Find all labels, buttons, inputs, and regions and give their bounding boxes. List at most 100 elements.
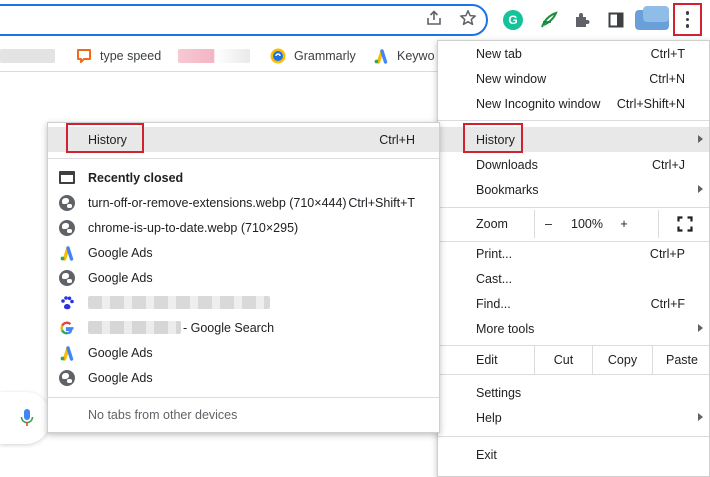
edit-label: Edit [438, 346, 534, 374]
fullscreen-icon [676, 216, 693, 232]
menu-settings[interactable]: Settings [438, 380, 709, 405]
menu-new-incognito-window[interactable]: New Incognito window Ctrl+Shift+N [438, 91, 709, 116]
history-item-title: chrome-is-up-to-date.webp (710×295) [88, 220, 299, 235]
copy-button[interactable]: Copy [592, 346, 652, 374]
history-item-title: Google Ads [88, 270, 153, 285]
cut-button[interactable]: Cut [534, 346, 592, 374]
bookmark-star-icon[interactable] [458, 8, 478, 28]
menu-divider [48, 397, 439, 398]
menu-find[interactable]: Find... Ctrl+F [438, 291, 709, 316]
menu-item-label: Bookmarks [476, 182, 539, 197]
bookmark-blurred-1[interactable] [0, 47, 55, 65]
menu-shortcut: Ctrl+H [379, 132, 415, 147]
speech-bubble-icon [76, 48, 92, 64]
blurred-text [88, 296, 270, 309]
bookmark-keywords[interactable]: Keywo [373, 47, 435, 65]
bookmark-label: type speed [100, 49, 162, 63]
blurred-text [178, 49, 250, 63]
profile-avatar[interactable] [635, 6, 669, 30]
menu-item-label: Find... [476, 296, 511, 311]
menu-print[interactable]: Print... Ctrl+P [438, 241, 709, 266]
menu-divider [438, 374, 709, 375]
recently-closed-item[interactable]: chrome-is-up-to-date.webp (710×295) [48, 215, 439, 240]
zoom-in-button[interactable]: + [612, 210, 636, 238]
menu-exit[interactable]: Exit [438, 442, 709, 467]
menu-shortcut: Ctrl+N [649, 71, 685, 86]
submenu-arrow-icon [698, 135, 703, 143]
recently-closed-item[interactable]: Google Ads [48, 365, 439, 390]
cut-label: Cut [553, 353, 574, 367]
recently-closed-item[interactable]: Google Ads [48, 265, 439, 290]
menu-divider [438, 120, 709, 121]
section-title: Recently closed [88, 170, 184, 185]
submenu-arrow-icon [698, 413, 703, 421]
menu-shortcut: Ctrl+Shift+N [616, 96, 685, 111]
zoom-out-button[interactable]: – [534, 210, 562, 238]
menu-more-tools[interactable]: More tools [438, 316, 709, 341]
voice-search-button[interactable] [0, 392, 50, 444]
tab-icon [58, 169, 76, 187]
menu-history[interactable]: History [438, 127, 709, 152]
menu-item-label: Cast... [476, 271, 513, 286]
menu-divider [48, 158, 439, 159]
recently-closed-item[interactable]: turn-off-or-remove-extensions.webp (710×… [48, 190, 439, 215]
baidu-paw-icon [58, 294, 76, 312]
share-icon[interactable] [424, 8, 444, 28]
recently-closed-item[interactable]: Google Ads [48, 340, 439, 365]
menu-shortcut: Ctrl+F [650, 296, 685, 311]
bookmark-grammarly[interactable]: Grammarly [270, 47, 356, 65]
copy-label: Copy [607, 353, 638, 367]
recently-closed-item[interactable]: Google Ads [48, 240, 439, 265]
no-tabs-notice: No tabs from other devices [48, 402, 439, 427]
menu-divider [438, 207, 709, 208]
google-ads-icon [58, 344, 76, 362]
bookmark-label: Grammarly [294, 49, 356, 63]
globe-icon [58, 219, 76, 237]
feather-extension-icon[interactable] [537, 8, 561, 32]
history-item-title: - Google Search [183, 320, 275, 335]
recently-closed-item[interactable]: - Google Search [48, 315, 439, 340]
chrome-main-menu: New tab Ctrl+T New window Ctrl+N New Inc… [437, 40, 710, 477]
history-menu-item[interactable]: History Ctrl+H [48, 127, 439, 152]
menu-item-label: More tools [476, 321, 535, 336]
menu-shortcut: Ctrl+T [650, 46, 685, 61]
history-submenu: History Ctrl+H Recently closed turn-off-… [47, 122, 440, 433]
globe-icon [58, 194, 76, 212]
bookmark-blurred-2[interactable] [178, 47, 250, 65]
menu-item-label: Print... [476, 246, 513, 261]
menu-shortcut: Ctrl+J [652, 157, 685, 172]
zoom-controls: – 100% + [438, 210, 709, 238]
menu-cast[interactable]: Cast... [438, 266, 709, 291]
history-item-title: Google Ads [88, 370, 153, 385]
history-item-title: Google Ads [88, 245, 153, 260]
menu-item-label: New tab [476, 46, 522, 61]
bookmark-type-speed[interactable]: type speed [76, 47, 161, 65]
minus-icon: – [545, 217, 552, 231]
fullscreen-button[interactable] [658, 210, 710, 238]
three-dots-icon [685, 11, 690, 28]
menu-item-label: New window [476, 71, 547, 86]
grammarly-icon [270, 48, 286, 64]
google-g-icon [58, 319, 76, 337]
blurred-text [0, 49, 55, 63]
recently-closed-header: Recently closed [48, 165, 439, 190]
menu-bookmarks[interactable]: Bookmarks [438, 177, 709, 202]
recently-closed-item[interactable] [48, 290, 439, 315]
side-panel-icon[interactable] [604, 8, 628, 32]
menu-downloads[interactable]: Downloads Ctrl+J [438, 152, 709, 177]
chrome-menu-button[interactable] [673, 3, 702, 36]
zoom-level-value: 100% [571, 217, 603, 231]
menu-item-label: New Incognito window [476, 96, 601, 111]
menu-shortcut: Ctrl+P [649, 246, 685, 261]
address-bar[interactable] [0, 4, 488, 36]
empty-state-text: No tabs from other devices [88, 407, 238, 422]
menu-new-tab[interactable]: New tab Ctrl+T [438, 41, 709, 66]
plus-icon: + [620, 217, 628, 231]
menu-new-window[interactable]: New window Ctrl+N [438, 66, 709, 91]
menu-help[interactable]: Help [438, 405, 709, 430]
puzzle-extensions-icon[interactable] [570, 8, 594, 32]
globe-icon [58, 369, 76, 387]
grammarly-extension-icon[interactable]: G [501, 8, 525, 32]
globe-icon [58, 269, 76, 287]
paste-button[interactable]: Paste [652, 346, 710, 374]
